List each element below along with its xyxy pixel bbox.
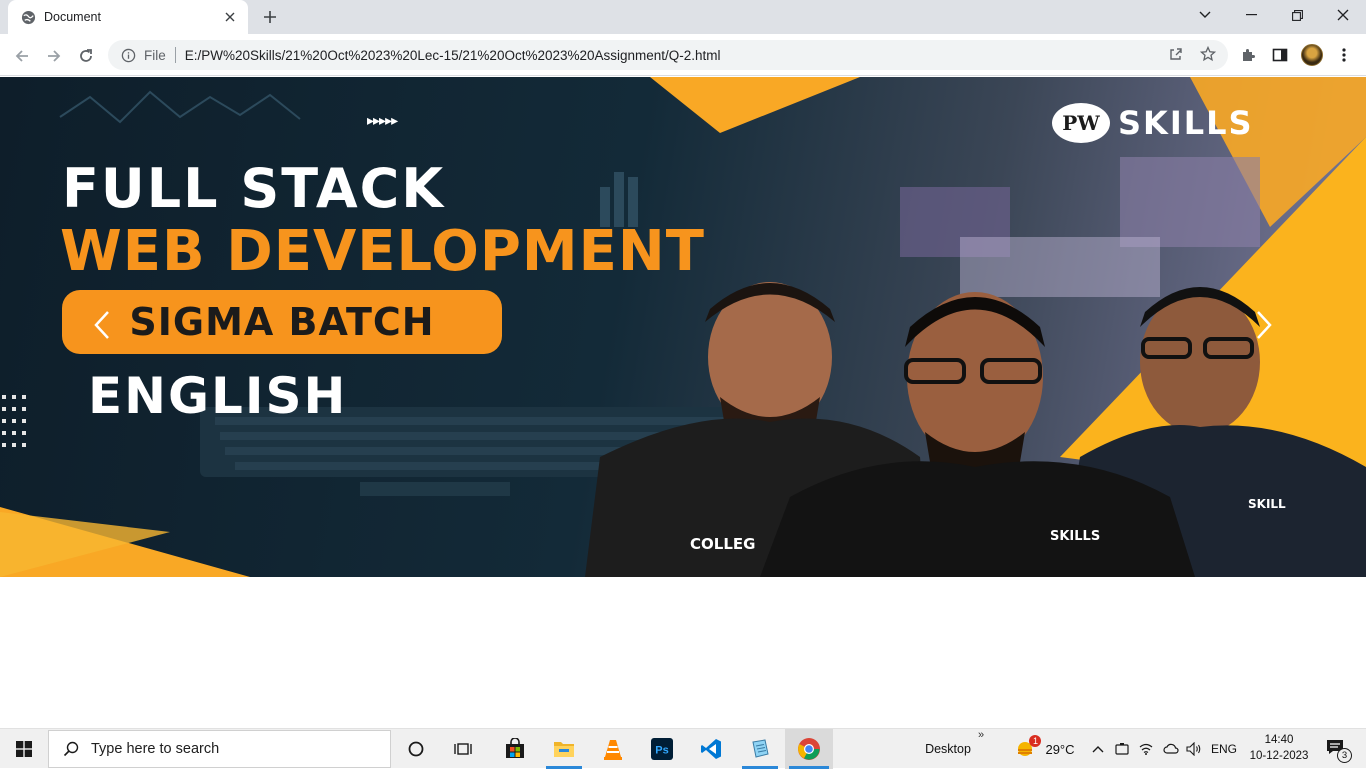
cortana-icon[interactable] (396, 729, 436, 769)
notification-center-button[interactable]: 3 (1316, 729, 1356, 769)
browser-toolbar: File E:/PW%20Skills/21%20Oct%2023%20Lec-… (0, 34, 1366, 76)
globe-icon (20, 9, 36, 25)
menu-icon[interactable] (1330, 41, 1358, 69)
notepad-icon[interactable] (738, 729, 782, 769)
logo-mark: PW (1052, 103, 1110, 143)
search-placeholder: Type here to search (91, 741, 220, 757)
new-tab-button[interactable] (258, 6, 282, 28)
chevron-right-icon (1257, 311, 1272, 339)
shirt-text-right: SKILL (1248, 497, 1286, 511)
weather-temperature: 29°C (1045, 741, 1075, 757)
language-indicator[interactable]: ENG (1208, 729, 1240, 769)
close-icon[interactable] (222, 9, 238, 25)
reload-button[interactable] (72, 42, 100, 70)
url-text[interactable]: E:/PW%20Skills/21%20Oct%2023%20Lec-15/21… (185, 48, 721, 63)
reload-icon (80, 49, 92, 62)
chevron-left-icon (94, 311, 109, 339)
wifi-icon[interactable] (1136, 729, 1156, 769)
sigma-batch-pill: SIGMA BATCH (62, 290, 502, 354)
page-content: ▸▸▸▸▸ PW SKILLS FULL STACK WEB DEVELOPME… (0, 77, 1366, 728)
meet-now-icon[interactable] (1112, 729, 1132, 769)
chevron-down-icon (1199, 11, 1211, 18)
logo-wordmark: SKILLS (1118, 104, 1254, 142)
shirt-text-center: SKILLS (1050, 529, 1101, 544)
tab-search-button[interactable] (1182, 0, 1228, 30)
extensions-icon[interactable] (1234, 41, 1262, 69)
task-view-icon[interactable] (443, 729, 483, 769)
share-icon[interactable] (1162, 40, 1190, 68)
window-close-button[interactable] (1320, 0, 1366, 30)
chevron-up-icon[interactable] (1088, 729, 1108, 769)
headline-full-stack: FULL STACK (62, 157, 446, 220)
restore-icon (1291, 9, 1303, 21)
clock-time: 14:40 (1264, 734, 1294, 746)
minimize-button[interactable] (1228, 0, 1274, 30)
weather-icon: 1 (1015, 735, 1042, 760)
profile-avatar[interactable] (1298, 41, 1326, 69)
photoshop-icon[interactable]: Ps (640, 729, 684, 769)
chrome-icon[interactable] (785, 729, 833, 769)
taskbar-search-box[interactable]: Type here to search (48, 730, 391, 768)
pill-label: SIGMA BATCH (129, 300, 435, 344)
file-explorer-icon[interactable] (542, 729, 586, 769)
store-icon[interactable] (493, 729, 537, 769)
language-label: ENG (1210, 742, 1237, 756)
onedrive-icon[interactable] (1160, 729, 1182, 769)
volume-icon[interactable] (1184, 729, 1204, 769)
windows-start-icon[interactable] (0, 729, 48, 769)
notification-icon: 3 (1326, 739, 1352, 763)
desktop-chevron[interactable]: » (978, 729, 984, 741)
tab-strip: Document (0, 0, 1366, 34)
forward-icon (48, 50, 61, 62)
browser-tab[interactable]: Document (8, 0, 248, 34)
clock-date: 10-12-2023 (1249, 750, 1309, 762)
carousel-next-button[interactable] (1244, 305, 1284, 345)
minimize-icon (1245, 14, 1257, 16)
search-icon (63, 741, 79, 757)
system-clock[interactable]: 14:40 10-12-2023 (1248, 732, 1310, 764)
back-icon (15, 50, 28, 62)
decorative-arrows: ▸▸▸▸▸ (367, 113, 398, 129)
address-bar[interactable]: File E:/PW%20Skills/21%20Oct%2023%20Lec-… (108, 40, 1228, 70)
svg-text:Ps: Ps (655, 745, 668, 757)
pw-skills-logo: PW SKILLS (1052, 103, 1254, 143)
weather-alert-badge: 1 (1029, 735, 1042, 747)
shirt-text-left: COLLEG (690, 535, 756, 553)
weather-widget[interactable]: 1 29°C (1012, 729, 1078, 769)
close-icon (1337, 9, 1349, 21)
omnibox-divider (174, 47, 176, 63)
desktop-toolbar[interactable]: Desktop (920, 729, 976, 769)
vlc-icon[interactable] (591, 729, 635, 769)
vscode-icon[interactable] (689, 729, 733, 769)
forward-button[interactable] (40, 42, 68, 70)
sidepanel-icon[interactable] (1266, 41, 1294, 69)
carousel-prev-button[interactable] (82, 305, 122, 345)
avatar (1301, 44, 1323, 66)
tab-title: Document (44, 10, 101, 24)
back-button[interactable] (8, 42, 36, 70)
star-icon[interactable] (1194, 40, 1222, 68)
headline-web-development: WEB DEVELOPMENT (60, 219, 705, 284)
windows-taskbar: Type here to search Ps Desktop » 1 29°C (0, 728, 1366, 769)
url-scheme-label: File (144, 47, 166, 63)
notification-count-badge: 3 (1337, 748, 1352, 763)
carousel-banner: ▸▸▸▸▸ PW SKILLS FULL STACK WEB DEVELOPME… (0, 77, 1366, 577)
desktop-label: Desktop (925, 742, 971, 756)
restore-button[interactable] (1274, 0, 1320, 30)
info-icon[interactable] (120, 47, 136, 63)
headline-english: ENGLISH (88, 367, 348, 425)
